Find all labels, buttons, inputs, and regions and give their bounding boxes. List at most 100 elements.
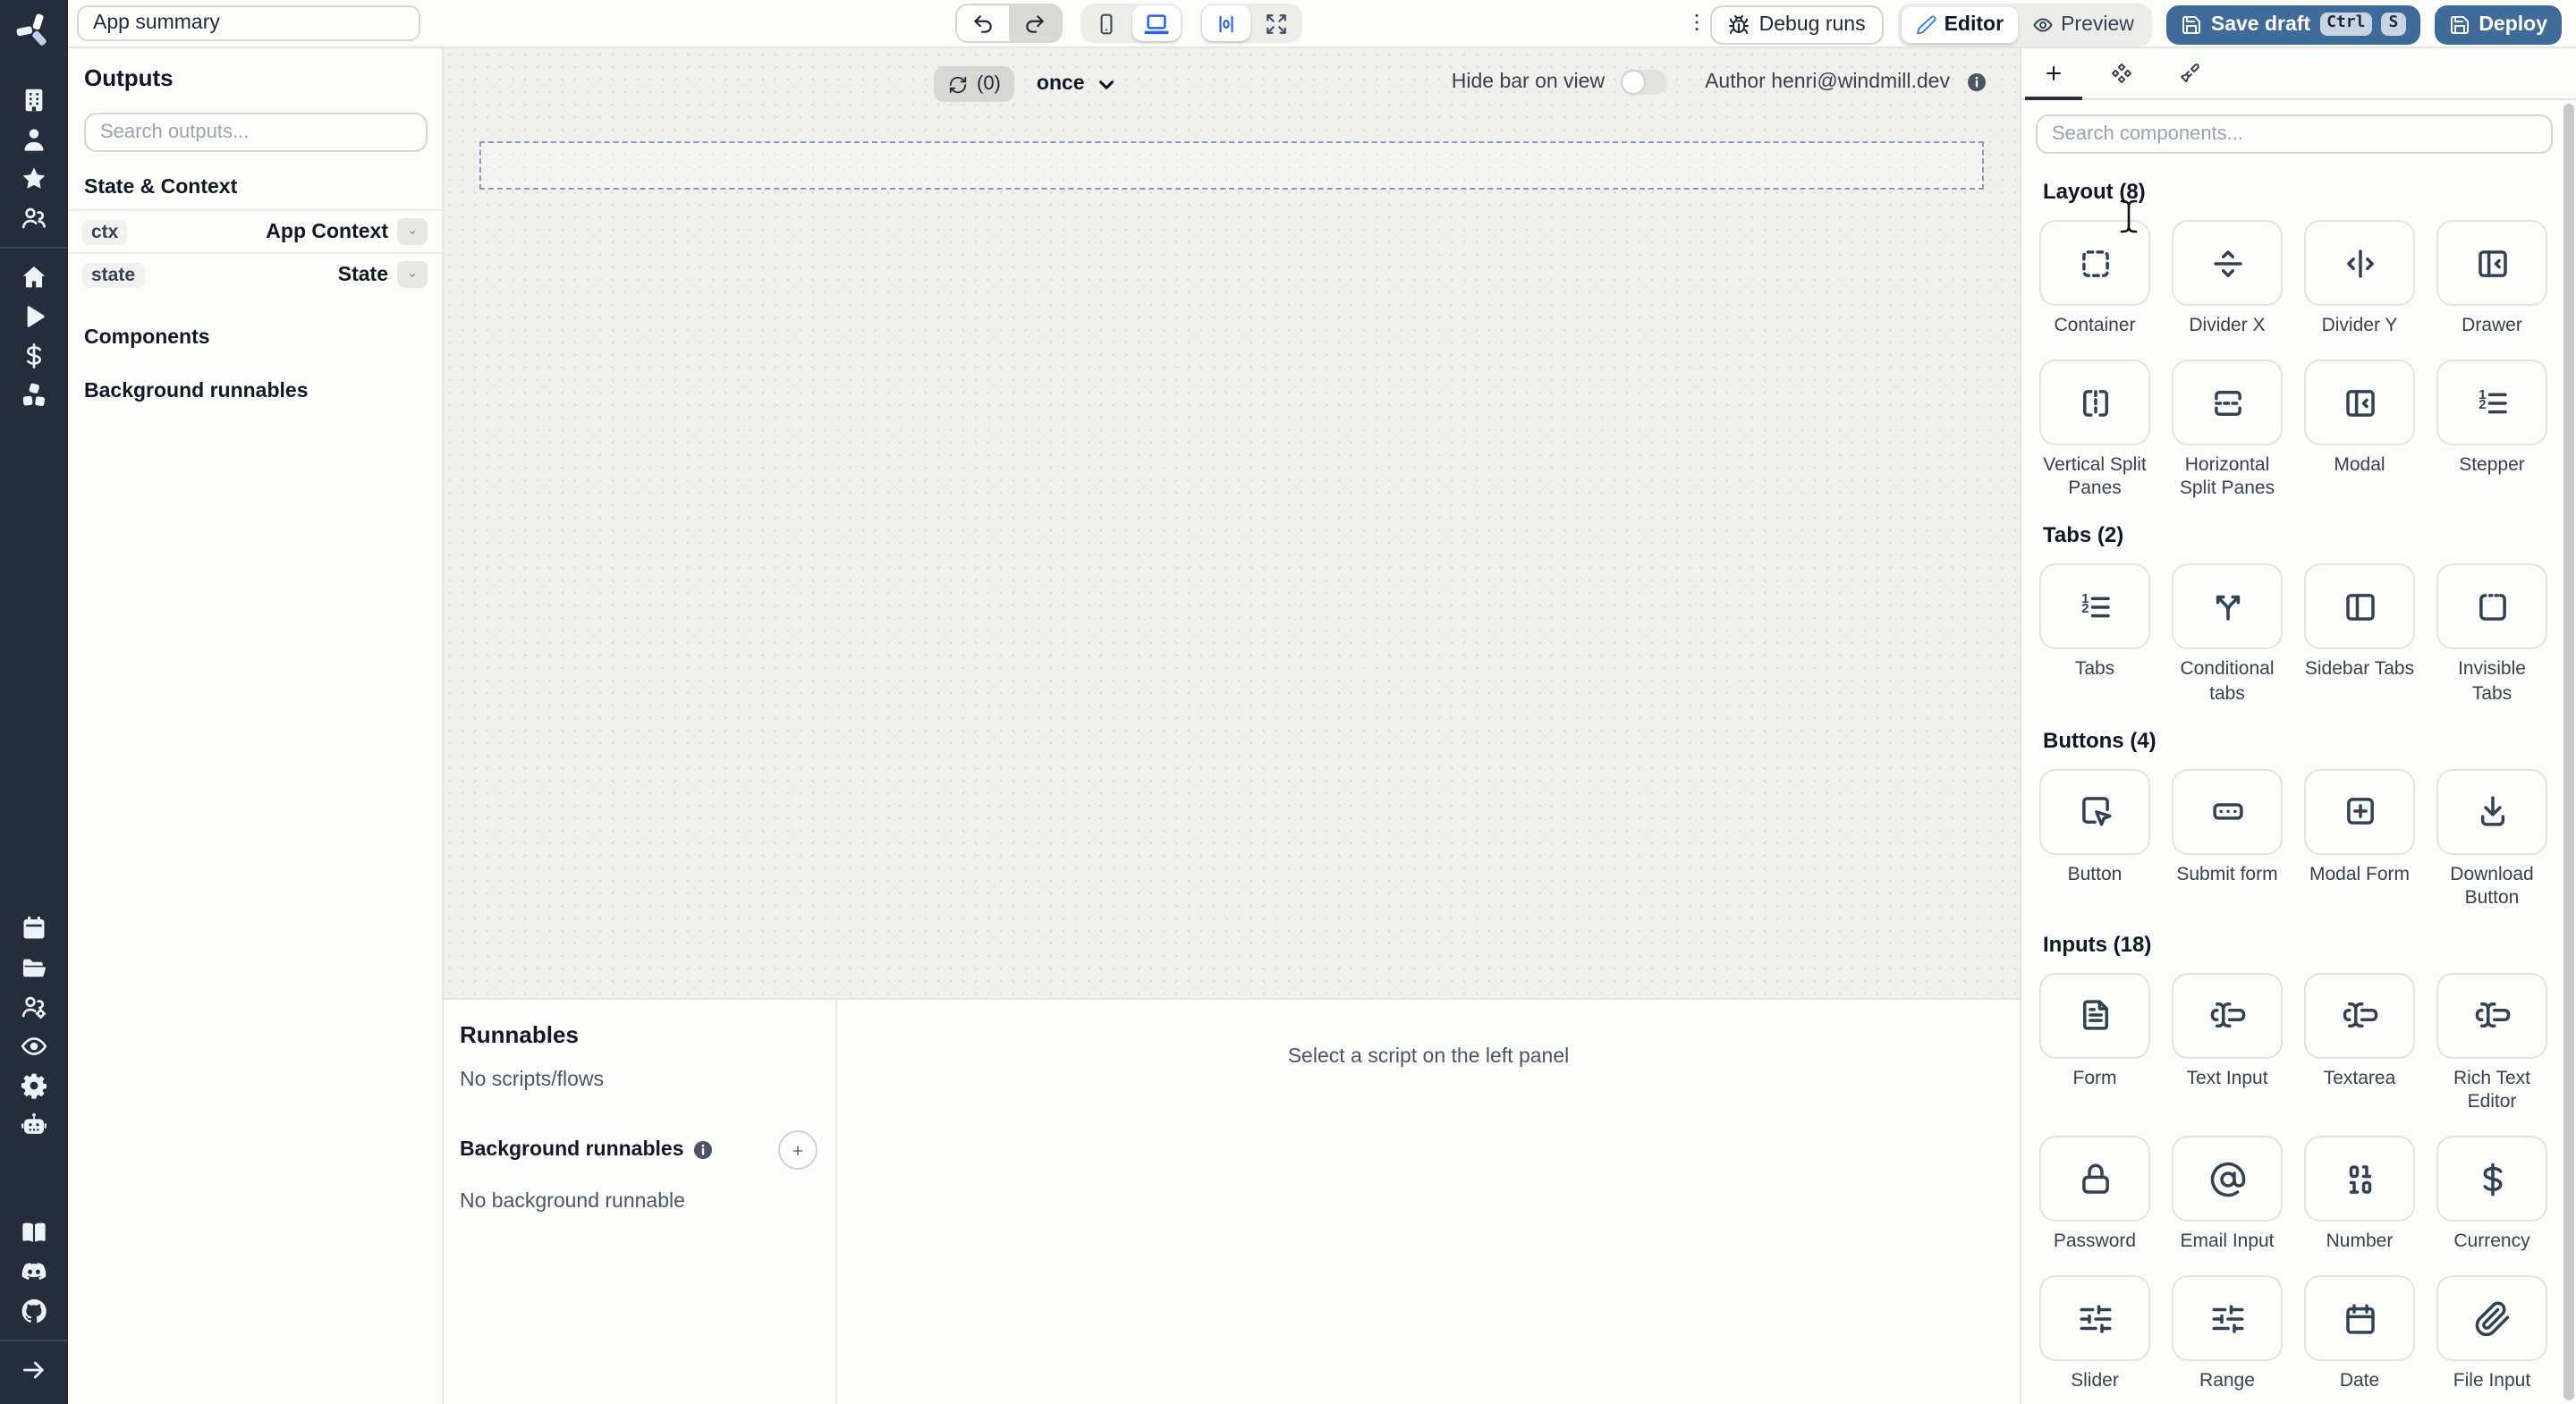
component-card-box bbox=[2039, 359, 2150, 446]
component-card-button[interactable]: Button bbox=[2039, 768, 2150, 886]
undo-button[interactable] bbox=[957, 5, 1009, 41]
debug-runs-button[interactable]: Debug runs bbox=[1710, 4, 1884, 44]
component-card-vertical-split-panes[interactable]: Vertical Split Panes bbox=[2039, 359, 2150, 502]
components-scrollbar[interactable] bbox=[2563, 104, 2574, 1400]
schedule-dropdown[interactable]: once bbox=[1037, 72, 1119, 96]
ctx-expand-button[interactable] bbox=[397, 218, 428, 245]
rail-item-settings[interactable] bbox=[0, 1066, 68, 1105]
tab-preview[interactable]: Preview bbox=[2018, 6, 2148, 42]
component-card-range[interactable]: Range bbox=[2172, 1275, 2283, 1394]
canvas-toolbar bbox=[955, 4, 1302, 43]
rail-item-folders[interactable] bbox=[0, 948, 68, 987]
component-card-conditional-tabs[interactable]: Conditional tabs bbox=[2172, 563, 2283, 706]
smartphone-icon bbox=[1095, 12, 1118, 35]
rail-item-home[interactable] bbox=[0, 258, 68, 297]
save-draft-button[interactable]: Save draft Ctrl S bbox=[2165, 4, 2420, 44]
rail-item-ai-assistant[interactable] bbox=[0, 1105, 68, 1145]
component-grid: Form Text Input Textarea Rich Text Editor Pa… bbox=[2039, 972, 2547, 1394]
rail-item-runs[interactable] bbox=[0, 297, 68, 336]
component-section-tabs: Tabs (2) 1 2 Tabs Conditional tabs Sidebar Ta… bbox=[2039, 523, 2547, 706]
rail-item-docs[interactable] bbox=[0, 1213, 68, 1252]
rail-item-workers[interactable] bbox=[0, 987, 68, 1027]
component-card-number[interactable]: Number bbox=[2304, 1136, 2415, 1254]
tab-editor[interactable]: Editor bbox=[1901, 6, 2019, 42]
canvas-grid-placeholder[interactable] bbox=[479, 141, 1984, 190]
tab-styling[interactable] bbox=[2168, 48, 2211, 98]
output-row-ctx[interactable]: ctx App Context bbox=[68, 209, 442, 252]
form-file-icon bbox=[2076, 997, 2114, 1035]
component-card-currency[interactable]: Currency bbox=[2436, 1136, 2547, 1254]
output-row-state[interactable]: state State bbox=[68, 252, 442, 295]
component-card-textarea[interactable]: Textarea bbox=[2304, 972, 2415, 1091]
app-canvas[interactable]: (0) once Hide bar on view Author henri@w… bbox=[444, 48, 2020, 998]
redo-button[interactable] bbox=[1009, 5, 1061, 41]
rail-item-discord[interactable] bbox=[0, 1252, 68, 1291]
component-card-password[interactable]: Password bbox=[2039, 1136, 2150, 1254]
component-card-date[interactable]: Date bbox=[2304, 1275, 2415, 1394]
mobile-view-button[interactable] bbox=[1082, 5, 1131, 41]
preview-label: Preview bbox=[2061, 13, 2134, 35]
more-menu-button[interactable] bbox=[1675, 4, 1699, 44]
rail-item-variables[interactable] bbox=[0, 336, 68, 376]
component-card-divider-y[interactable]: Divider Y bbox=[2304, 220, 2415, 338]
rail-item-schedules[interactable] bbox=[0, 909, 68, 948]
save-icon bbox=[2181, 13, 2202, 35]
device-toggle-group bbox=[1080, 4, 1182, 43]
component-card-divider-x[interactable]: Divider X bbox=[2172, 220, 2283, 338]
submit-form-icon bbox=[2208, 792, 2246, 830]
component-label: Range bbox=[2199, 1370, 2255, 1392]
windmill-logo-icon[interactable] bbox=[11, 9, 57, 52]
component-card-file-input[interactable]: File Input bbox=[2436, 1275, 2547, 1394]
component-card-stepper[interactable]: 1 2 Stepper bbox=[2436, 359, 2547, 478]
component-card-email-input[interactable]: Email Input bbox=[2172, 1136, 2283, 1254]
canvas-meta-controls: Hide bar on view Author henri@windmill.d… bbox=[1452, 70, 1987, 95]
center-align-button[interactable] bbox=[1202, 5, 1250, 41]
refresh-count: (0) bbox=[977, 73, 1001, 95]
hide-bar-toggle[interactable] bbox=[1621, 70, 1668, 95]
add-background-runnable-button[interactable] bbox=[778, 1130, 818, 1170]
component-card-rich-text-editor[interactable]: Rich Text Editor bbox=[2436, 972, 2547, 1115]
canvas-refresh-controls: (0) once bbox=[934, 66, 1119, 102]
component-label: Horizontal Split Panes bbox=[2179, 454, 2275, 500]
deploy-button[interactable]: Deploy bbox=[2434, 4, 2562, 44]
component-card-invisible-tabs[interactable]: Invisible Tabs bbox=[2436, 563, 2547, 706]
rail-item-members[interactable] bbox=[0, 199, 68, 238]
rail-item-collapse-sidebar[interactable] bbox=[0, 1350, 68, 1390]
component-icon bbox=[2111, 61, 2132, 86]
refresh-button[interactable]: (0) bbox=[934, 66, 1015, 102]
search-outputs-input[interactable] bbox=[84, 113, 428, 152]
state-expand-button[interactable] bbox=[397, 261, 428, 288]
component-card-container[interactable]: Container bbox=[2039, 220, 2150, 338]
calendar-icon bbox=[2341, 1300, 2378, 1338]
component-card-submit-form[interactable]: Submit form bbox=[2172, 768, 2283, 886]
component-label: Tabs bbox=[2074, 658, 2115, 681]
fullscreen-button[interactable] bbox=[1252, 5, 1301, 41]
desktop-view-button[interactable] bbox=[1132, 5, 1181, 41]
rail-item-user[interactable] bbox=[0, 120, 68, 159]
component-card-drawer[interactable]: Drawer bbox=[2436, 220, 2547, 338]
component-card-box bbox=[2304, 1275, 2415, 1362]
component-card-text-input[interactable]: Text Input bbox=[2172, 972, 2283, 1091]
component-label: File Input bbox=[2453, 1370, 2531, 1392]
component-card-modal[interactable]: Modal bbox=[2304, 359, 2415, 478]
plus-icon bbox=[791, 1140, 805, 1160]
search-components-input[interactable] bbox=[2036, 114, 2553, 154]
tab-component-settings[interactable] bbox=[2100, 48, 2143, 98]
component-card-tabs[interactable]: 1 2 Tabs bbox=[2039, 563, 2150, 682]
component-card-download-button[interactable]: Download Button bbox=[2436, 768, 2547, 910]
component-section-inputs: Inputs (18) Form Text Input Textarea Rich Te… bbox=[2039, 932, 2547, 1394]
rail-item-workspace[interactable] bbox=[0, 80, 68, 120]
rail-item-favorites[interactable] bbox=[0, 159, 68, 199]
rail-item-github[interactable] bbox=[0, 1291, 68, 1331]
component-card-slider[interactable]: Slider bbox=[2039, 1275, 2150, 1394]
component-card-horizontal-split-panes[interactable]: Horizontal Split Panes bbox=[2172, 359, 2283, 502]
sidebar-tabs-icon bbox=[2341, 588, 2378, 626]
component-card-sidebar-tabs[interactable]: Sidebar Tabs bbox=[2304, 563, 2415, 682]
rail-item-resources[interactable] bbox=[0, 376, 68, 415]
rail-item-audit-logs[interactable] bbox=[0, 1027, 68, 1066]
tab-insert-component[interactable] bbox=[2025, 48, 2082, 100]
arrow-right-icon bbox=[20, 1356, 48, 1384]
component-card-form[interactable]: Form bbox=[2039, 972, 2150, 1091]
app-summary-input[interactable] bbox=[77, 5, 420, 41]
component-card-modal-form[interactable]: Modal Form bbox=[2304, 768, 2415, 886]
